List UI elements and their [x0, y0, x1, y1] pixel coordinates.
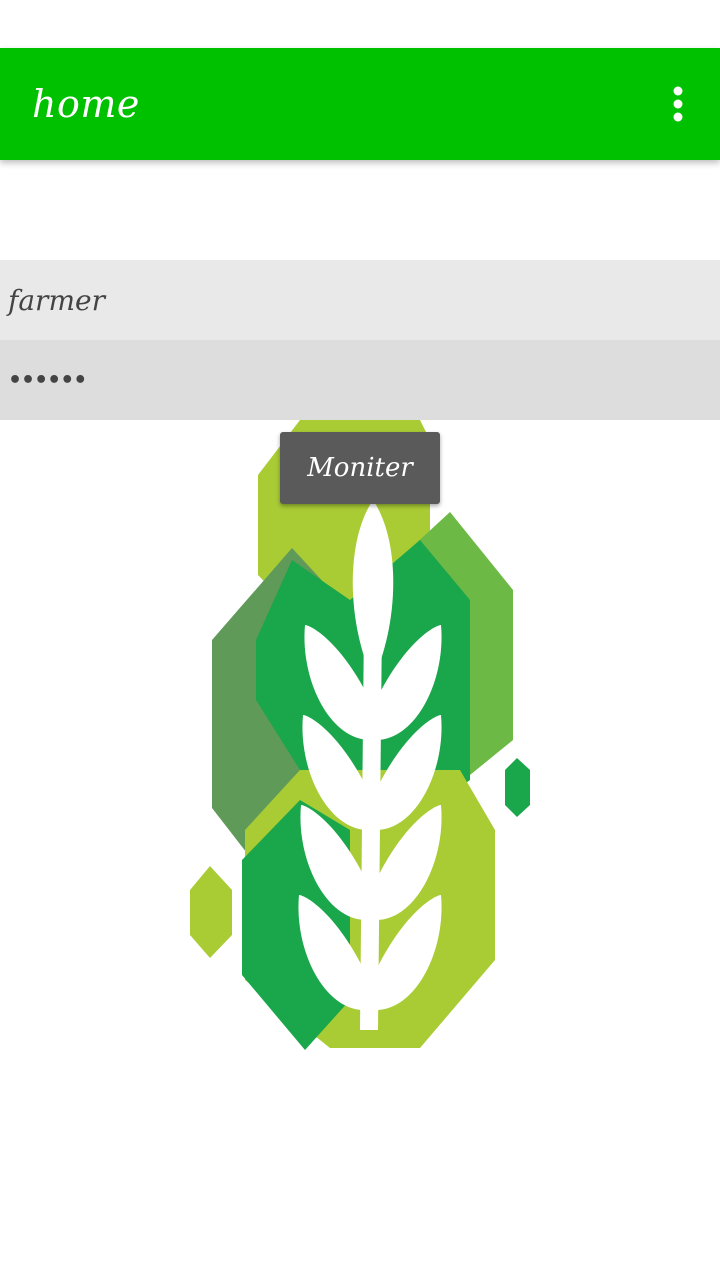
password-field[interactable]: •••••• — [0, 340, 720, 420]
app-bar: home — [0, 48, 720, 160]
moniter-button[interactable]: Moniter — [280, 432, 440, 504]
screen: home farmer •••••• Moniter — [0, 0, 720, 1280]
status-bar — [0, 0, 720, 48]
username-field[interactable]: farmer — [0, 260, 720, 340]
app-title: home — [32, 82, 140, 126]
more-vert-icon — [673, 86, 683, 122]
overflow-menu-button[interactable] — [658, 80, 698, 128]
wheat-leaf-logo — [190, 420, 530, 1050]
